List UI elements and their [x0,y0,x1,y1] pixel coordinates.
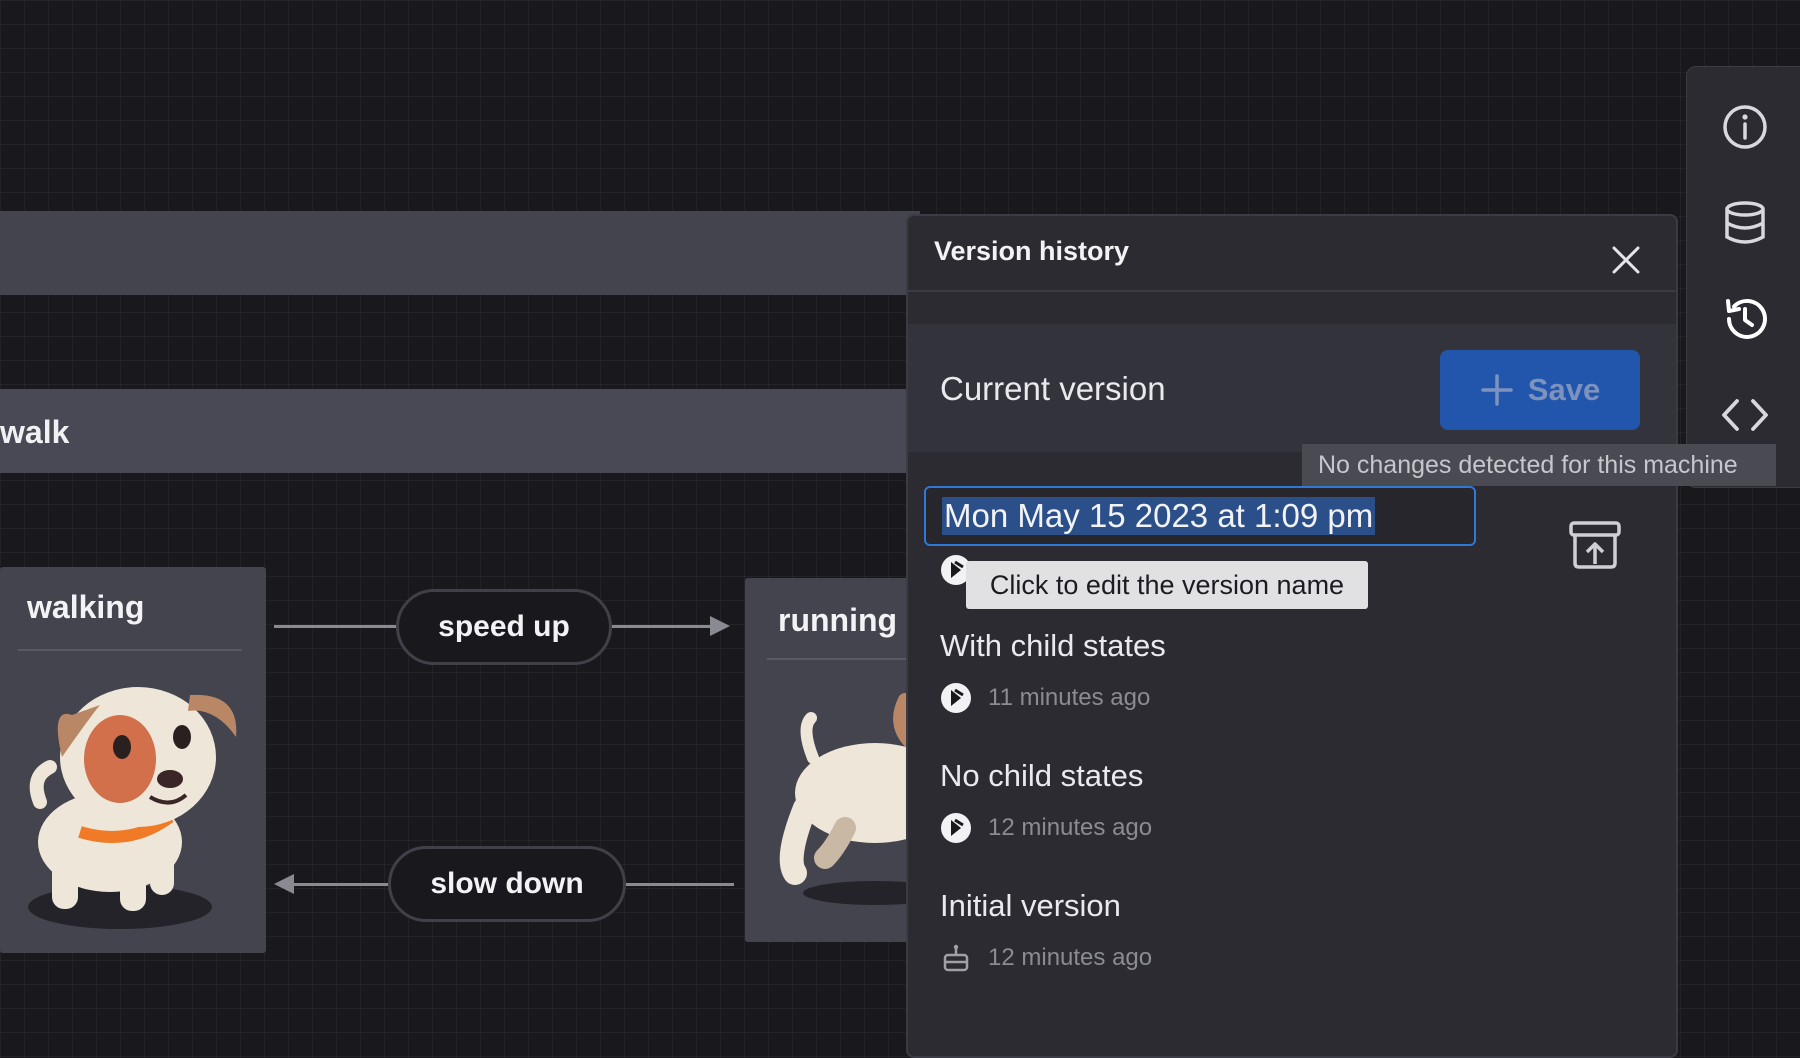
version-item-time: 12 minutes ago [988,814,1153,841]
save-button[interactable]: Save [1440,350,1640,430]
version-name-value: Mon May 15 2023 at 1:09 pm [942,497,1376,535]
event-slow-down[interactable]: slow down [388,846,626,922]
walk-state-header[interactable] [0,389,920,473]
info-icon[interactable] [1719,101,1771,153]
database-icon[interactable] [1719,197,1771,249]
code-icon[interactable] [1719,389,1771,441]
version-item-title[interactable]: No child states [940,758,1143,794]
save-disabled-tooltip: No changes detected for this machine [1302,444,1776,486]
version-history-panel: Version history Current version Save Mon… [906,214,1678,1058]
version-item-time: 11 minutes ago [988,684,1151,711]
walk-state-label: walk [0,414,70,450]
edge-line [626,883,734,886]
panel-title: Version history [934,236,1130,266]
version-item-time: 12 minutes ago [988,944,1153,971]
state-divider [767,658,925,660]
archive-icon[interactable] [1568,520,1622,570]
version-name-input[interactable]: Mon May 15 2023 at 1:09 pm [924,486,1476,546]
state-title-walking: walking [27,589,145,625]
current-version-label: Current version [940,370,1166,407]
dog-walking-image [28,687,237,929]
studio-avatar-icon [941,813,971,843]
state-title-running: running [778,602,898,638]
studio-avatar-icon [941,683,971,713]
history-icon[interactable] [1719,293,1771,345]
close-button[interactable] [1608,242,1644,278]
version-item-title[interactable]: Initial version [940,888,1121,924]
version-item-meta: 12 minutes ago [940,812,1152,844]
version-item-meta: 12 minutes ago [940,942,1152,974]
parent-state-header [0,211,920,295]
version-item-title[interactable]: With child states [940,628,1166,664]
state-divider [18,649,242,651]
close-icon [1612,246,1640,274]
plus-icon [1481,374,1513,406]
edge-line [292,883,390,886]
event-speed-up[interactable]: speed up [396,589,612,665]
arrow-head-left [274,874,294,894]
header-divider [908,290,1676,292]
edge-line [612,625,712,628]
save-button-label: Save [1527,372,1601,407]
edge-line [274,625,396,628]
robot-icon [943,944,969,972]
state-node-running[interactable]: running [745,578,925,942]
version-item-meta: 11 minutes ago [940,682,1150,714]
edit-name-tooltip: Click to edit the version name [966,561,1368,609]
arrow-head-right [710,616,730,636]
dog-running-image [779,693,925,905]
side-rail [1686,66,1800,488]
state-node-walking[interactable]: walking [0,567,266,953]
